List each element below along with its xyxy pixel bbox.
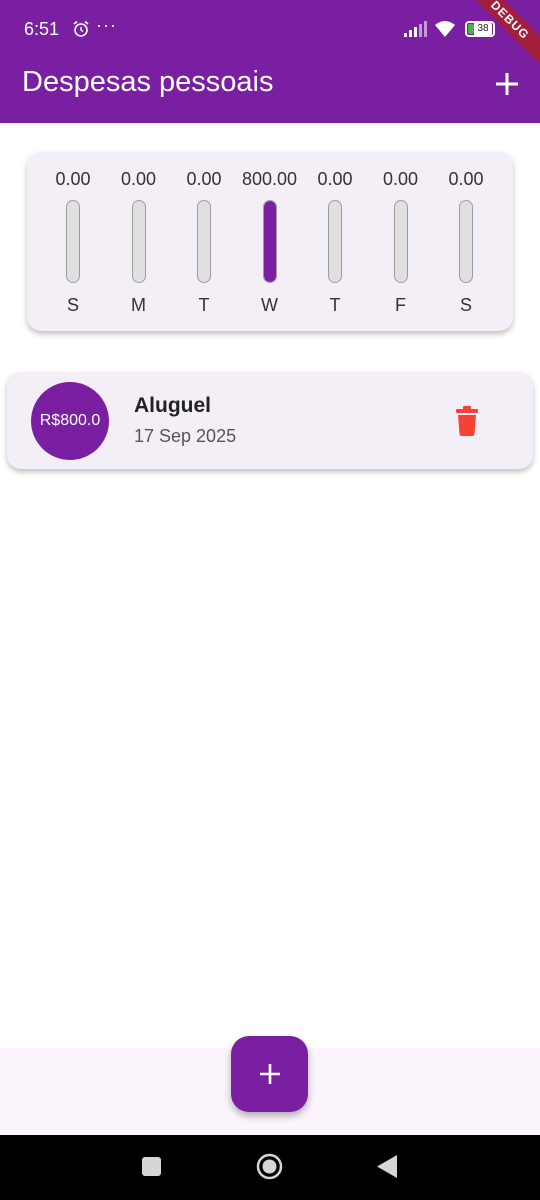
chart-column: 0.00 M [109,152,169,331]
chart-amount-label: 0.00 [448,169,484,189]
battery-icon: 38 [465,21,495,37]
signal-icon [404,21,427,37]
chart-bar-track [328,200,342,283]
chart-day-label: F [395,295,406,315]
chart-day-label: W [261,295,278,315]
chart-bar-track [131,200,146,283]
chart-bar-track [459,200,473,283]
transaction-card: R$800.0 Aluguel 17 Sep 2025 [7,372,533,469]
plus-icon [260,1064,280,1084]
plus-icon[interactable] [493,70,521,98]
circle-icon[interactable] [256,1153,283,1180]
status-time: 6:51 [24,19,60,39]
chart-bar-track [66,200,80,283]
weekly-chart: 0.00 S 0.00 M 0.00 T 800.00 W 0.00 T 0.00 F 0.00 S [27,152,513,331]
square-icon[interactable] [142,1157,161,1176]
chart-column: 0.00 T [174,152,234,331]
status-bar: 6:51 ··· 38 [0,0,540,58]
chart-day-label: S [459,295,472,315]
add-transaction-button[interactable] [231,1036,308,1112]
chart-day-label: T [329,295,341,315]
transaction-title: Aluguel [134,394,211,417]
triangle-back-icon[interactable] [376,1154,398,1179]
chart-column: 0.00 S [436,152,496,331]
chart-column: 0.00 T [305,152,365,331]
more-notifications-icon: ··· [96,15,117,35]
page-title: Despesas pessoais [22,66,274,98]
chart-column: 0.00 F [371,152,431,331]
chart-column: 800.00 W [240,152,300,331]
transaction-date: 17 Sep 2025 [134,426,237,446]
chart-day-label: T [198,295,210,315]
app-bar: 6:51 ··· 38 DEBUG Despesas pessoais [0,0,540,123]
trash-icon[interactable] [454,406,480,436]
wifi-icon [435,21,455,37]
amount-avatar: R$800.0 [31,382,109,460]
chart-column: 0.00 S [43,152,103,331]
battery-level: 38 [474,23,492,35]
system-nav-bar [0,1135,540,1200]
chart-bar-track [197,200,211,283]
chart-day-label: S [66,295,79,315]
chart-bar-fill [263,201,276,282]
chart-day-label: M [131,295,146,315]
alarm-icon [73,20,89,37]
chart-bar-track [393,200,408,283]
chart-bar-track [262,200,277,283]
